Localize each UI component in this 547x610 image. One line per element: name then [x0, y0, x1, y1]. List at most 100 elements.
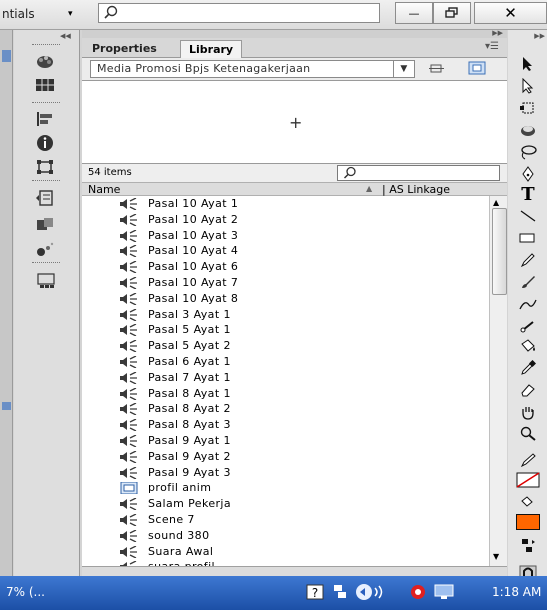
paint-bucket-tool[interactable] — [516, 336, 540, 356]
stroke-color-swatch[interactable] — [516, 470, 540, 490]
library-scrollbar[interactable]: ▲ ▼ — [489, 196, 507, 566]
magnifier-icon — [520, 426, 536, 441]
help-tray-icon[interactable]: ? — [305, 583, 325, 601]
color-panel-button[interactable] — [33, 50, 57, 72]
bone-tool[interactable] — [516, 316, 540, 336]
collapse-arrows-icon[interactable]: ▶▶ — [534, 32, 545, 40]
scroll-down-arrow-icon[interactable]: ▼ — [493, 552, 499, 561]
library-item[interactable]: Pasal 8 Ayat 2 — [82, 401, 489, 417]
library-item[interactable]: Suara Awal — [82, 544, 489, 560]
library-item[interactable]: Pasal 8 Ayat 1 — [82, 386, 489, 402]
library-item[interactable]: Pasal 10 Ayat 1 — [82, 196, 489, 212]
toolbar-grip[interactable] — [32, 44, 60, 48]
expand-arrows-icon[interactable]: ▶▶ — [492, 29, 503, 37]
fill-bucket-icon — [521, 496, 533, 507]
library-item[interactable]: Pasal 9 Ayat 2 — [82, 449, 489, 465]
library-item[interactable]: Pasal 10 Ayat 7 — [82, 275, 489, 291]
fill-color-tool[interactable] — [516, 492, 540, 512]
library-item[interactable]: Salam Pekerja — [82, 496, 489, 512]
library-column-header: Name ▲ | AS Linkage — [82, 182, 507, 196]
library-item[interactable]: profil anim — [82, 480, 489, 496]
sound-icon — [118, 244, 142, 258]
library-item[interactable]: Pasal 10 Ayat 3 — [82, 228, 489, 244]
align-panel-button[interactable] — [33, 108, 57, 130]
scroll-up-arrow-icon[interactable]: ▲ — [493, 198, 499, 207]
library-item[interactable]: Pasal 5 Ayat 1 — [82, 322, 489, 338]
selection-tool[interactable] — [516, 54, 540, 74]
components-panel-button[interactable] — [33, 188, 57, 210]
column-as-linkage[interactable]: | AS Linkage — [382, 183, 450, 196]
library-item[interactable]: Pasal 10 Ayat 4 — [82, 243, 489, 259]
deco-tool[interactable] — [516, 294, 540, 314]
library-item-label: Pasal 8 Ayat 3 — [148, 418, 231, 432]
security-tray-icon[interactable] — [408, 583, 428, 601]
info-panel-button[interactable] — [33, 132, 57, 154]
line-tool[interactable] — [516, 206, 540, 226]
zoom-task-label[interactable]: 7% (... — [6, 585, 45, 599]
swatches-panel-button[interactable] — [33, 74, 57, 96]
library-item[interactable]: Pasal 10 Ayat 2 — [82, 212, 489, 228]
workspace-switcher-label[interactable]: ntials — [2, 7, 35, 21]
hand-tool[interactable] — [516, 402, 540, 422]
library-item[interactable]: Pasal 6 Ayat 1 — [82, 354, 489, 370]
scrollbar-thumb[interactable] — [492, 208, 507, 295]
stroke-color-tool[interactable] — [516, 450, 540, 470]
brush-tool[interactable] — [516, 272, 540, 292]
library-item[interactable]: Pasal 10 Ayat 8 — [82, 291, 489, 307]
restore-button[interactable] — [433, 2, 471, 24]
text-tool[interactable]: T — [516, 184, 540, 205]
library-search-input[interactable] — [337, 165, 500, 181]
toolbar-grip[interactable] — [32, 180, 60, 184]
chevron-down-icon[interactable]: ▼ — [393, 61, 414, 77]
library-item[interactable]: Pasal 9 Ayat 3 — [82, 465, 489, 481]
eraser-tool[interactable] — [516, 380, 540, 400]
lasso-tool[interactable] — [516, 142, 540, 162]
close-button[interactable]: ✕ — [474, 2, 547, 24]
library-item[interactable]: Scene 7 — [82, 512, 489, 528]
free-transform-tool[interactable] — [516, 98, 540, 118]
panel-options-menu-icon[interactable]: ▾☰ — [485, 41, 499, 52]
display-tray-icon[interactable] — [432, 583, 458, 601]
eyedropper-tool[interactable] — [516, 358, 540, 378]
sort-arrow-icon[interactable]: ▲ — [366, 184, 372, 193]
volume-tray-icon[interactable] — [355, 583, 389, 601]
library-item[interactable]: Pasal 10 Ayat 6 — [82, 259, 489, 275]
column-name[interactable]: Name — [88, 183, 120, 196]
library-item[interactable]: Pasal 7 Ayat 1 — [82, 370, 489, 386]
behaviors-panel-button[interactable] — [33, 214, 57, 236]
library-document-select[interactable]: Media Promosi Bpjs Ketenagakerjaan ▼ — [90, 60, 415, 78]
library-item[interactable]: Pasal 9 Ayat 1 — [82, 433, 489, 449]
library-item[interactable]: Pasal 5 Ayat 2 — [82, 338, 489, 354]
project-panel-button[interactable] — [33, 270, 57, 292]
rectangle-tool[interactable] — [516, 228, 540, 248]
library-item[interactable]: Pasal 8 Ayat 3 — [82, 417, 489, 433]
pencil-tool[interactable] — [516, 250, 540, 270]
hand-icon — [522, 407, 534, 420]
motion-presets-button[interactable] — [33, 238, 57, 260]
collapse-arrows-icon[interactable]: ◀◀ — [60, 32, 71, 40]
zoom-tool[interactable] — [516, 424, 540, 444]
pin-library-icon[interactable] — [428, 62, 446, 76]
network-tray-icon[interactable] — [330, 583, 350, 601]
tab-library[interactable]: Library — [180, 40, 243, 59]
minimize-button[interactable]: — — [395, 2, 433, 24]
panel-icon-toolbar: ◀◀ — [14, 30, 80, 576]
pen-tool[interactable] — [516, 164, 540, 184]
transform-panel-button[interactable] — [33, 156, 57, 178]
3d-rotation-tool[interactable] — [516, 120, 540, 140]
sound-icon — [118, 466, 142, 480]
toolbar-grip[interactable] — [32, 262, 60, 266]
tab-properties[interactable]: Properties — [84, 40, 165, 58]
pen-nib-icon — [522, 166, 534, 182]
help-search-input[interactable] — [98, 3, 380, 23]
workspace-dropdown-arrow[interactable]: ▾ — [68, 9, 73, 19]
fill-color-swatch[interactable] — [516, 512, 540, 532]
library-item[interactable]: Pasal 3 Ayat 1 — [82, 307, 489, 323]
panel-tab-bar: Properties Library ▾☰ — [82, 38, 507, 59]
library-item[interactable]: suara profil — [82, 559, 489, 566]
new-library-panel-icon[interactable] — [468, 61, 486, 75]
subselection-tool[interactable] — [516, 76, 540, 96]
library-item[interactable]: sound 380 — [82, 528, 489, 544]
toolbar-grip[interactable] — [32, 102, 60, 106]
swap-colors-tool[interactable] — [516, 536, 540, 556]
